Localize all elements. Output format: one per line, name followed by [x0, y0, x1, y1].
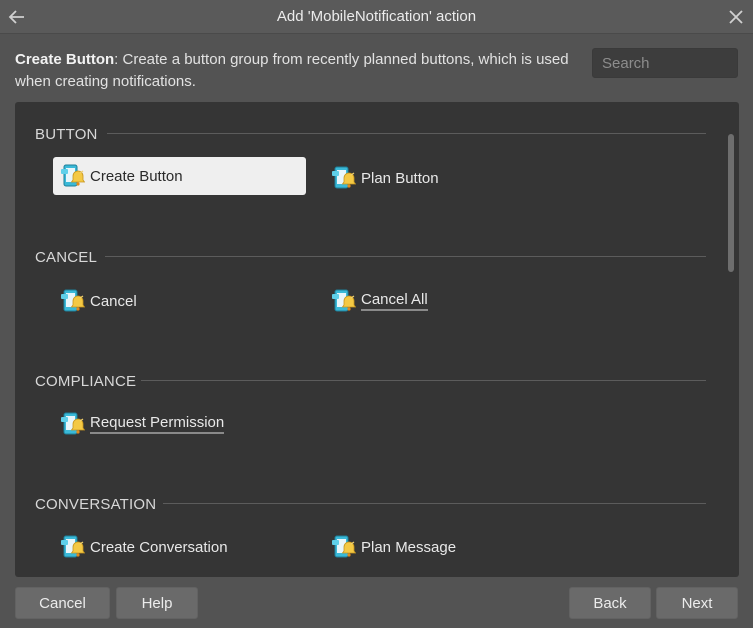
mobile-notification-icon	[59, 288, 85, 314]
action-description-title: Create Button	[15, 51, 115, 68]
search-input[interactable]	[592, 48, 738, 78]
action-item-label: Plan Button	[361, 169, 439, 187]
mobile-notification-icon	[59, 163, 85, 189]
action-item-plan-message[interactable]: Plan Message	[324, 528, 544, 566]
vertical-scrollbar-thumb[interactable]	[728, 134, 734, 272]
action-item-label: Create Conversation	[90, 538, 228, 556]
section-divider	[141, 380, 706, 381]
action-item-create-button[interactable]: Create Button	[53, 157, 306, 195]
action-item-label: Cancel	[90, 292, 137, 310]
action-item-label: Plan Message	[361, 538, 457, 556]
mobile-notification-icon	[330, 165, 356, 191]
section-header-conversation: CONVERSATION	[35, 495, 157, 513]
action-item-plan-button[interactable]: Plan Button	[324, 159, 524, 197]
action-item-cancel[interactable]: Cancel	[53, 282, 253, 320]
action-item-label: Request Permission	[90, 414, 225, 434]
section-divider	[107, 133, 706, 134]
section-header-cancel: CANCEL	[35, 248, 98, 266]
title-bar: Add 'MobileNotification' action	[0, 0, 753, 34]
section-divider	[163, 503, 706, 504]
mobile-notification-icon	[59, 411, 85, 437]
action-item-cancel-all[interactable]: Cancel All	[324, 282, 524, 320]
section-header-compliance: COMPLIANCE	[35, 372, 137, 390]
action-description: Create Button: Create a button group fro…	[15, 49, 585, 93]
close-icon[interactable]	[725, 6, 747, 28]
mobile-notification-icon	[59, 534, 85, 560]
mobile-notification-icon	[330, 288, 356, 314]
back-button[interactable]: Back	[569, 587, 651, 619]
mobile-notification-icon	[330, 534, 356, 560]
action-item-request-permission[interactable]: Request Permission	[53, 405, 293, 443]
next-button[interactable]: Next	[656, 587, 738, 619]
cancel-button[interactable]: Cancel	[15, 587, 110, 619]
section-divider	[105, 256, 706, 257]
action-item-create-conversation[interactable]: Create Conversation	[53, 528, 293, 566]
actions-list-panel: BUTTON Create Button Plan Button CANCEL …	[15, 102, 739, 577]
dialog-title: Add 'MobileNotification' action	[276, 8, 477, 25]
action-item-label: Cancel All	[361, 291, 428, 311]
help-button[interactable]: Help	[116, 587, 198, 619]
action-item-label: Create Button	[90, 167, 183, 185]
section-header-button: BUTTON	[35, 125, 98, 143]
